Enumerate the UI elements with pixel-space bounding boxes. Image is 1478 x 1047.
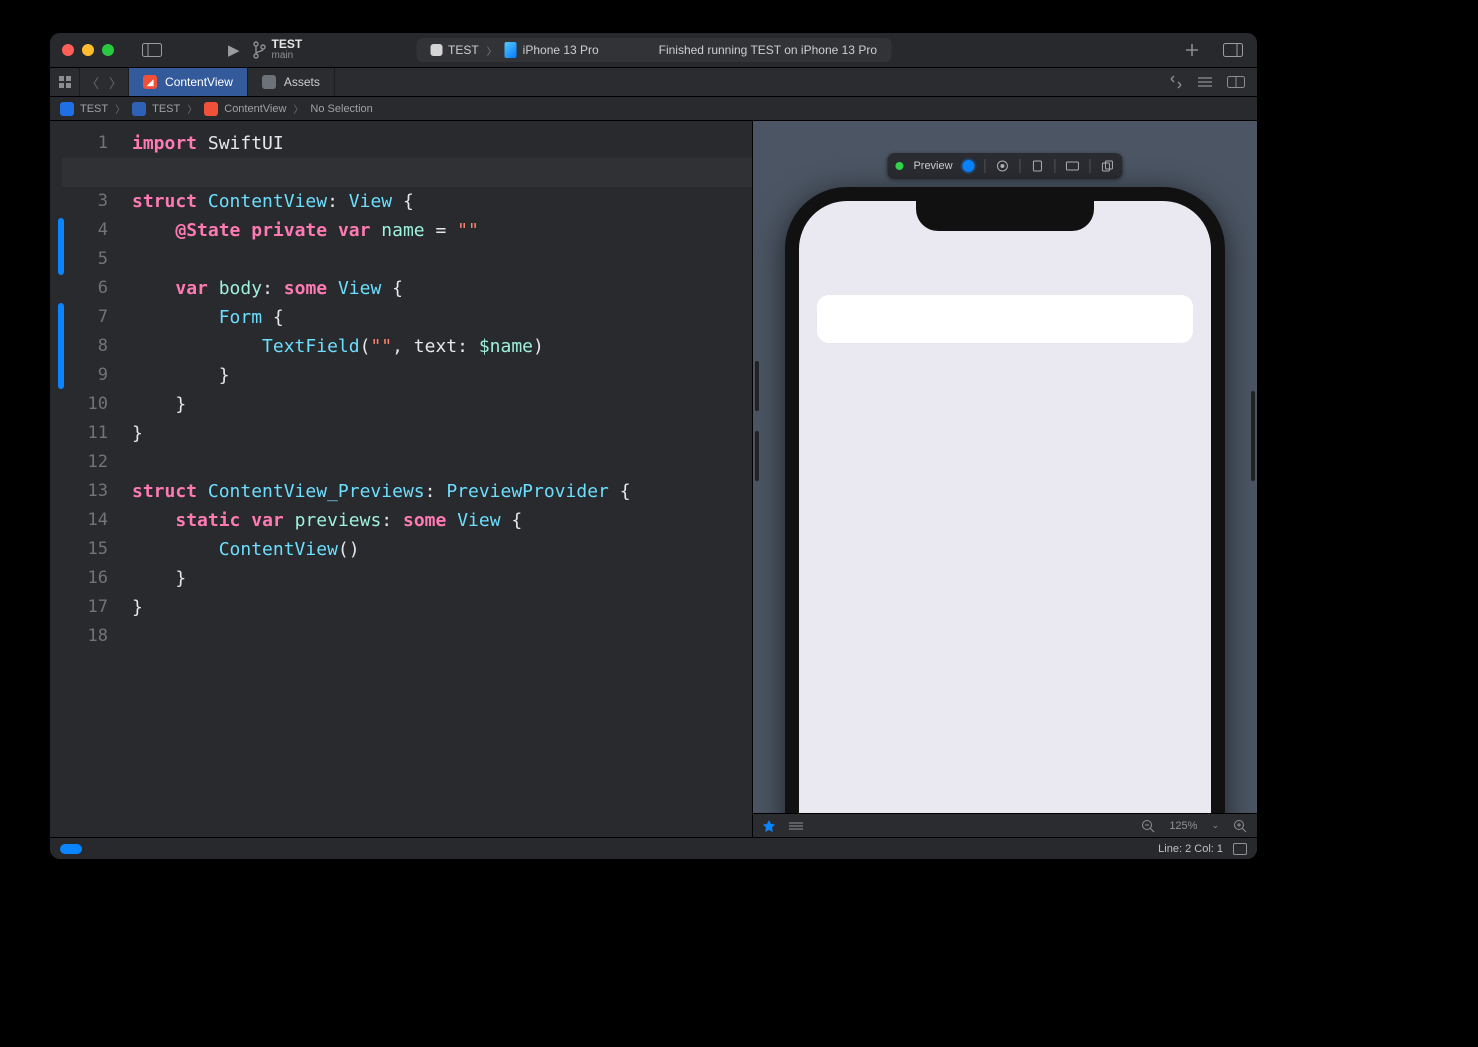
breadcrumb-folder: TEST	[152, 103, 180, 115]
debug-indicator[interactable]	[60, 844, 82, 854]
scheme-app-name: TEST	[448, 43, 479, 57]
toggle-inspector-button[interactable]	[1221, 41, 1245, 59]
main-split: 123456789101112131415161718 import Swift…	[50, 121, 1257, 837]
zoom-in-button[interactable]	[1233, 819, 1247, 833]
preview-bottom-bar: 125% ⌄	[753, 813, 1257, 837]
swift-file-icon: ◢	[143, 75, 157, 89]
zoom-dropdown-chevron[interactable]: ⌄	[1211, 820, 1219, 831]
device-settings-button[interactable]	[1066, 159, 1080, 173]
line-number-gutter: 123456789101112131415161718	[62, 121, 118, 837]
breadcrumb-app: TEST	[80, 103, 108, 115]
device-power-button	[1251, 391, 1255, 481]
preview-label: Preview	[913, 160, 952, 172]
chevron-right-icon: 〉	[487, 43, 497, 58]
nav-forward-button[interactable]: 〉	[109, 73, 122, 92]
scheme-status-pill[interactable]: TEST 〉 iPhone 13 Pro Finished running TE…	[416, 38, 891, 62]
toggle-navigator-button[interactable]	[140, 41, 164, 59]
app-badge-icon	[60, 102, 74, 116]
library-button[interactable]	[1185, 43, 1199, 57]
tab-assets[interactable]: Assets	[248, 68, 335, 96]
status-bar: Line: 2 Col: 1	[50, 837, 1257, 859]
scheme-device-name: iPhone 13 Pro	[523, 43, 599, 57]
pin-preview-button[interactable]	[763, 820, 775, 832]
cursor-position: Line: 2 Col: 1	[1158, 843, 1223, 855]
jump-bar[interactable]: TEST 〉 TEST 〉 ContentView 〉 No Selection	[50, 97, 1257, 121]
build-status-text: Finished running TEST on iPhone 13 Pro	[659, 43, 877, 57]
branch-name: main	[272, 51, 303, 62]
device-side-button	[755, 361, 759, 411]
assets-file-icon	[262, 75, 276, 89]
source-control-branch[interactable]: TEST main	[252, 38, 303, 61]
device-notch	[916, 199, 1094, 231]
chevron-right-icon: 〉	[115, 101, 125, 116]
simulator-icon	[505, 42, 517, 58]
tab-bar: 〈 〉 ◢ ContentView Assets	[50, 68, 1257, 97]
preview-settings-button[interactable]	[789, 821, 803, 831]
preview-status-dot	[895, 162, 903, 170]
chevron-right-icon: 〉	[187, 101, 197, 116]
app-icon	[430, 44, 442, 56]
tab-label: Assets	[284, 75, 320, 89]
titlebar: ▶ TEST main TEST 〉 iPhone 13 Pro Finishe…	[50, 33, 1257, 68]
simulator-frame	[785, 187, 1225, 837]
selectable-mode-button[interactable]	[996, 159, 1010, 173]
toggle-minimap-button[interactable]	[1233, 843, 1247, 855]
code-area[interactable]: import SwiftUI struct ContentView: View …	[118, 121, 752, 651]
close-window-button[interactable]	[62, 44, 74, 56]
swift-file-icon	[204, 102, 218, 116]
tab-contentview[interactable]: ◢ ContentView	[129, 68, 248, 96]
change-gutter	[50, 121, 62, 837]
editor-options-button[interactable]	[1197, 76, 1213, 88]
live-preview-button[interactable]	[963, 160, 975, 172]
zoom-out-button[interactable]	[1141, 819, 1155, 833]
branch-icon	[252, 41, 266, 59]
window-controls	[62, 44, 114, 56]
breadcrumb-file: ContentView	[224, 103, 286, 115]
preview-duplicate-button[interactable]	[1101, 159, 1115, 173]
nav-back-button[interactable]: 〈	[86, 73, 99, 92]
preview-toolbar: Preview	[887, 153, 1122, 179]
variants-button[interactable]	[1031, 159, 1045, 173]
tab-label: ContentView	[165, 75, 233, 89]
device-side-button	[755, 431, 759, 481]
adjust-editor-button[interactable]	[1227, 76, 1245, 88]
xcode-window: ▶ TEST main TEST 〉 iPhone 13 Pro Finishe…	[50, 33, 1257, 859]
run-button[interactable]: ▶	[228, 41, 240, 59]
refresh-icon[interactable]	[1169, 75, 1183, 89]
code-editor[interactable]: 123456789101112131415161718 import Swift…	[50, 121, 752, 837]
minimize-window-button[interactable]	[82, 44, 94, 56]
breadcrumb-selection: No Selection	[310, 103, 372, 115]
folder-icon	[132, 102, 146, 116]
zoom-window-button[interactable]	[102, 44, 114, 56]
zoom-level[interactable]: 125%	[1169, 820, 1197, 832]
related-items-button[interactable]	[50, 68, 80, 96]
canvas-preview: Preview	[753, 121, 1257, 837]
chevron-right-icon: 〉	[293, 101, 303, 116]
form-textfield-cell[interactable]	[817, 295, 1193, 343]
